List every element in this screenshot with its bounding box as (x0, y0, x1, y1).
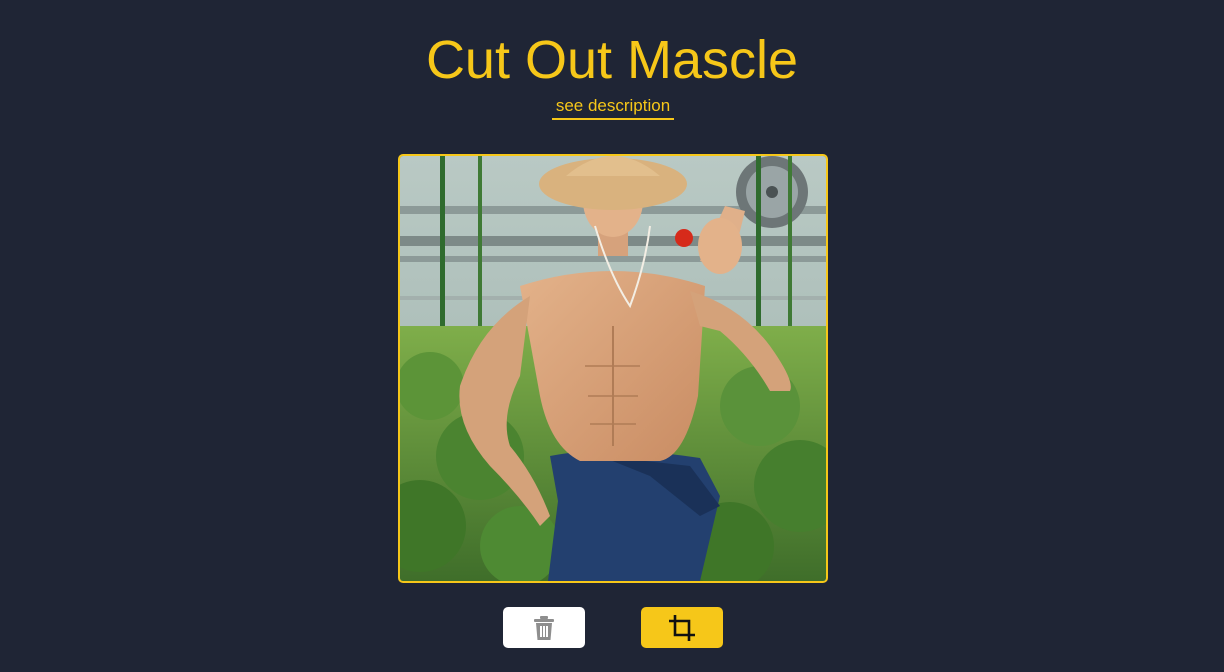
trash-icon (534, 615, 554, 640)
crop-icon (669, 614, 695, 641)
page-title: Cut Out Mascle (425, 30, 799, 90)
photo-illustration (400, 156, 826, 581)
crop-button[interactable] (641, 607, 723, 648)
see-description-link[interactable]: see description (552, 96, 674, 120)
uploaded-photo (398, 154, 828, 583)
delete-button[interactable] (503, 607, 585, 648)
